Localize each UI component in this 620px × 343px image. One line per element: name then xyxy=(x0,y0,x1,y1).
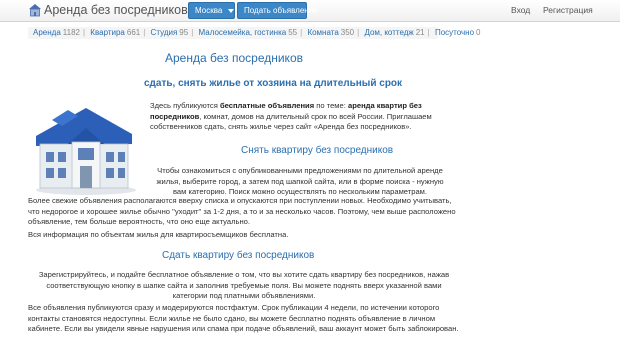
rent-heading: Снять квартиру без посредников xyxy=(241,145,394,156)
category-item: Дом, коттедж 21 | xyxy=(364,28,432,37)
category-count: 55 xyxy=(288,28,298,37)
page-subtitle: сдать, снять жилье от хозяина на длитель… xyxy=(144,78,403,89)
login-link[interactable]: Вход xyxy=(511,5,530,15)
category-item: Посуточно 0 xyxy=(435,28,481,37)
city-select-button[interactable]: Москва xyxy=(188,2,235,19)
category-item: Комната 350 | xyxy=(307,28,362,37)
category-count: 350 xyxy=(340,28,355,37)
category-link[interactable]: Комната xyxy=(307,28,338,37)
category-bar: Аренда 1182 | Квартира 661 | Студия 95 | Малос… xyxy=(28,27,481,39)
category-count: 661 xyxy=(126,28,141,37)
category-count: 95 xyxy=(179,28,189,37)
city-button-label: Москва xyxy=(195,6,223,15)
category-separator: | xyxy=(427,28,430,37)
category-link[interactable]: Дом, коттедж xyxy=(364,28,413,37)
house-logo-icon[interactable] xyxy=(28,3,42,17)
category-count: 1182 xyxy=(62,28,80,37)
page-title: Аренда без посредников xyxy=(165,51,303,65)
moderation-paragraph: Все объявления публикуются сразу и модер… xyxy=(28,303,459,333)
free-info-paragraph: Вся информация по объектам жилья для ква… xyxy=(28,230,289,239)
intro-bold-free: бесплатные объявления xyxy=(219,101,315,110)
site-brand-link[interactable]: Аренда без посредников xyxy=(44,3,188,17)
category-item: Квартира 661 | xyxy=(90,28,148,37)
category-link[interactable]: Аренда xyxy=(33,28,61,37)
rent-paragraph: Чтобы ознакомиться с опубликованными пре… xyxy=(156,166,444,196)
give-heading: Сдать квартиру без посредников xyxy=(162,250,315,261)
intro-text-pre: Здесь публикуются xyxy=(150,101,220,110)
intro-text-mid: по теме: xyxy=(314,101,348,110)
category-link[interactable]: Студия xyxy=(151,28,178,37)
category-count: 21 xyxy=(415,28,425,37)
register-link[interactable]: Регистрация xyxy=(543,5,593,15)
chevron-down-icon xyxy=(228,8,235,13)
category-separator: | xyxy=(357,28,360,37)
top-navbar: Аренда без посредников Москва Подать объ… xyxy=(0,0,620,22)
category-separator: | xyxy=(191,28,194,37)
house-illustration-icon xyxy=(36,108,136,195)
post-ad-button[interactable]: Подать объявление xyxy=(237,2,318,19)
category-item: Студия 95 | xyxy=(151,28,197,37)
category-item: Аренда 1182 | xyxy=(33,28,88,37)
category-link[interactable]: Квартира xyxy=(90,28,125,37)
category-link[interactable]: Малосемейка, гостинка xyxy=(199,28,287,37)
category-link[interactable]: Посуточно xyxy=(435,28,474,37)
category-separator: | xyxy=(82,28,86,37)
fresh-listings-paragraph: Более свежие объявления располагаются вв… xyxy=(28,196,456,226)
category-separator: | xyxy=(143,28,146,37)
category-item: Малосемейка, гостинка 55 | xyxy=(199,28,306,37)
category-separator: | xyxy=(300,28,303,37)
category-count: 0 xyxy=(476,28,481,37)
give-paragraph: Зарегистрируйтесь, и подайте бесплатное … xyxy=(38,270,450,300)
intro-paragraph: Здесь публикуются бесплатные объявления … xyxy=(150,101,450,133)
